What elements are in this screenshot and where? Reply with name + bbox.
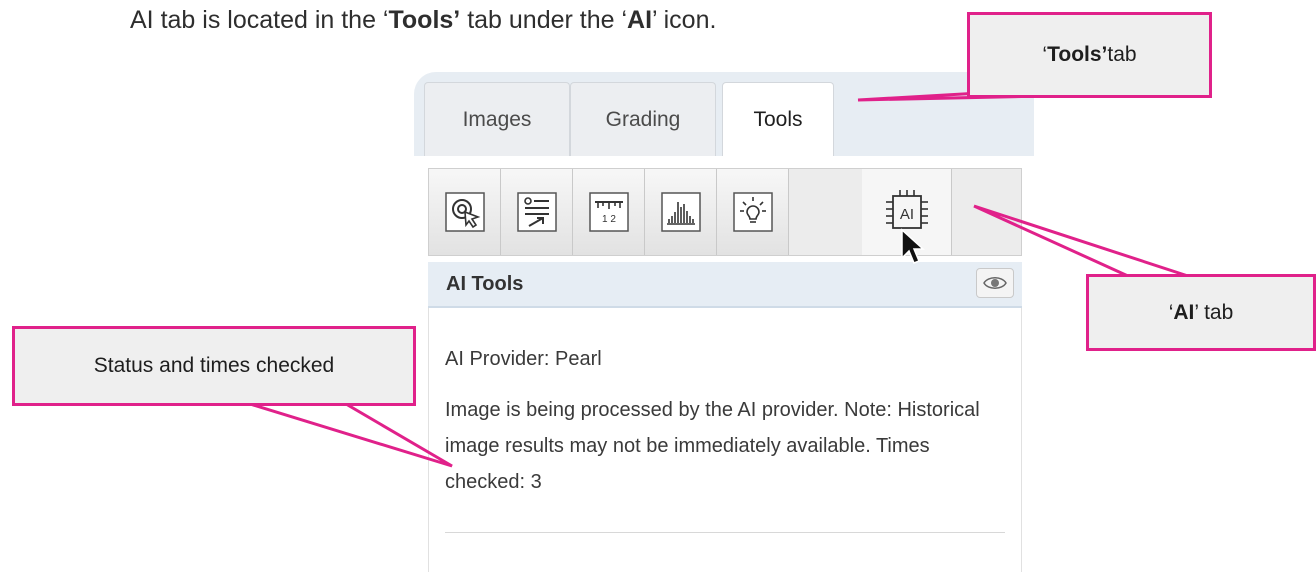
callout-tools-bold: Tools’: [1047, 43, 1108, 66]
ai-callout-pointer: [973, 204, 1189, 278]
status-callout: Status and times checked: [12, 326, 416, 406]
callout-ai-bold: AI: [1173, 300, 1195, 324]
callout-tools-rest: tab: [1107, 43, 1137, 66]
tools-tab-callout: ‘Tools’ tab: [967, 12, 1212, 98]
status-callout-pointer: [249, 402, 453, 468]
callout-ai-rest: ’ tab: [1194, 300, 1234, 324]
ai-tab-callout: ‘AI’ tab: [1086, 274, 1316, 351]
mouse-cursor-icon: [901, 228, 925, 264]
